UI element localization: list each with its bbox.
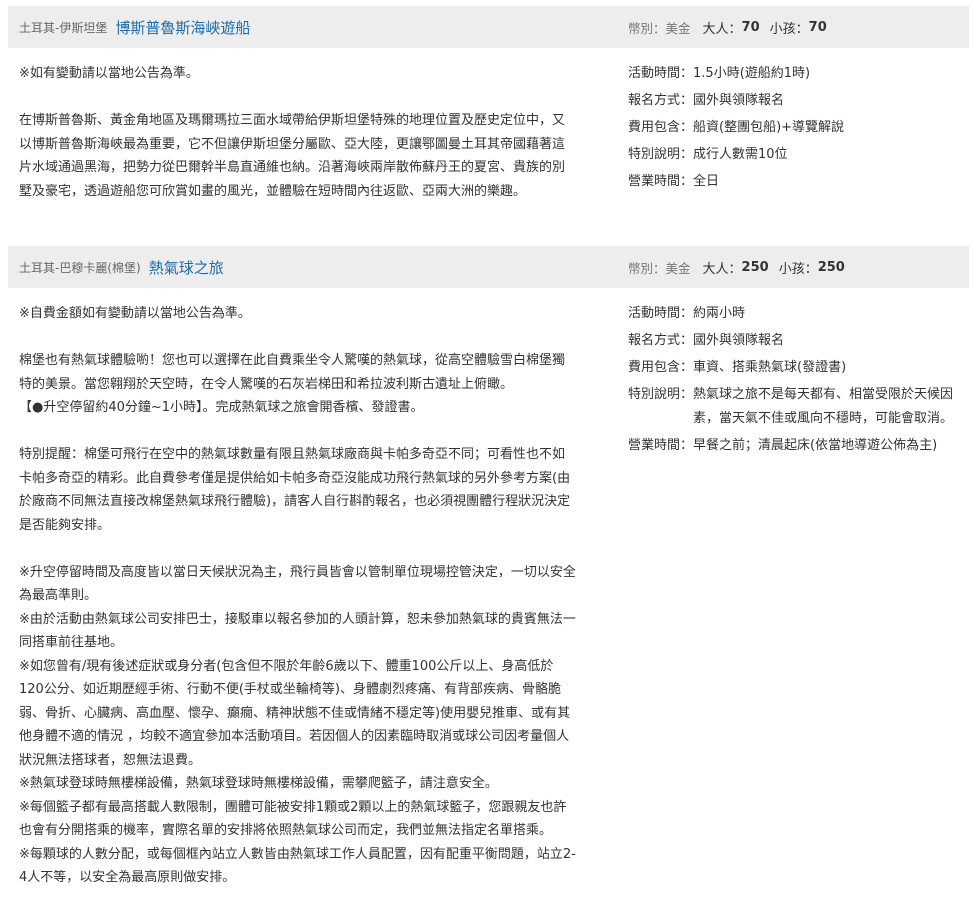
description-paragraph: ※由於活動由熱氣球公司安排巴士，接駁車以報名參加的人頭計算，恕未參加熱氣球的貴賓… [19, 611, 576, 651]
info-row-includes: 費用包含： 船資(整團包船)+導覽解說 [628, 116, 968, 140]
tour-name-link[interactable]: 博斯普魯斯海峽遊船 [115, 17, 250, 38]
description-paragraph: ※每個籃子都有最高搭載人數限制，團體可能被安排1顆或2顆以上的熱氣球籃子，您跟親… [19, 799, 567, 839]
info-value: 全日 [693, 174, 720, 189]
info-value: 早餐之前；清晨起床(依當地導遊公佈為主) [693, 437, 938, 453]
info-label: 費用包含： [628, 360, 694, 375]
description-paragraph: ※熱氣球登球時無樓梯設備，熱氣球登球時無樓梯設備，需攀爬籃子，請注意安全。 [19, 776, 498, 791]
description-paragraph: 【●升空停留約40分鐘~1小時】。完成熱氣球之旅會開香檳、發證書。 [19, 400, 424, 415]
currency-value: 美金 [665, 260, 691, 276]
info-label: 活動時間： [628, 66, 694, 81]
info-label: 報名方式： [628, 333, 694, 348]
info-label: 特別說明： [628, 147, 694, 162]
description-paragraph: ※如有變動請以當地公告為準。 [19, 66, 199, 81]
tour-title-group: 土耳其-巴穆卡麗(棉堡) 熱氣球之旅 [19, 246, 224, 288]
description-paragraph: 棉堡也有熱氣球體驗喲！您也可以選擇在此自費乘坐令人驚嘆的熱氣球，從高空體驗雪白棉… [19, 353, 566, 392]
tour-header: 土耳其-伊斯坦堡 博斯普魯斯海峽遊船 幣別： 美金 大人： 70 小孩： 70 [8, 6, 969, 48]
info-label: 營業時間： [628, 174, 694, 189]
tour-info-list: 活動時間： 約兩小時 報名方式： 國外與領隊報名 費用包含： 車資、搭乘熱氣球(… [628, 302, 968, 461]
currency-label: 幣別： [628, 260, 666, 276]
description-paragraph: ※自費金額如有變動請以當地公告為準。 [19, 306, 251, 321]
tour-info-list: 活動時間： 1.5小時(遊船約1時) 報名方式： 國外與領隊報名 費用包含： 船… [628, 62, 968, 197]
info-value: 國外與領隊報名 [693, 333, 785, 348]
info-value: 船資(整團包船)+導覽解說 [693, 120, 845, 135]
adult-price-label: 大人： [702, 21, 742, 37]
info-row-duration: 活動時間： 1.5小時(遊船約1時) [628, 62, 968, 86]
info-row-notes: 特別說明： 熱氣球之旅不是每天都有、相當受限於天候因素，當天氣不佳或風向不穩時，… [628, 383, 968, 430]
info-row-notes: 特別說明： 成行人數需10位 [628, 143, 968, 167]
tour-title-group: 土耳其-伊斯坦堡 博斯普魯斯海峽遊船 [19, 6, 250, 48]
tour-card-hot-air-balloon: 土耳其-巴穆卡麗(棉堡) 熱氣球之旅 幣別： 美金 大人： 250 小孩： 25… [8, 246, 969, 885]
info-row-hours: 營業時間： 早餐之前；清晨起床(依當地導遊公佈為主) [628, 434, 968, 458]
child-price-label: 小孩： [778, 261, 818, 277]
info-row-signup: 報名方式： 國外與領隊報名 [628, 329, 968, 353]
info-value: 1.5小時(遊船約1時) [693, 66, 811, 81]
description-paragraph: 在博斯普魯斯、黃金角地區及瑪爾瑪拉三面水域帶給伊斯坦堡特殊的地理位置及歷史定位中… [19, 113, 566, 199]
description-paragraph: ※每顆球的人數分配，或每個框內站立人數皆由熱氣球工作人員配置，因有配重平衡問題，… [19, 846, 576, 886]
tour-card-bosphorus-cruise: 土耳其-伊斯坦堡 博斯普魯斯海峽遊船 幣別： 美金 大人： 70 小孩： 70 … [8, 6, 969, 199]
info-row-includes: 費用包含： 車資、搭乘熱氣球(發證書) [628, 356, 968, 380]
info-label: 費用包含： [628, 120, 694, 135]
tour-name-link[interactable]: 熱氣球之旅 [149, 257, 224, 278]
info-label: 活動時間： [628, 306, 694, 321]
info-value: 車資、搭乘熱氣球(發證書) [693, 360, 847, 375]
tour-price-group: 幣別： 美金 大人： 250 小孩： 250 [628, 246, 845, 288]
tour-region: 土耳其-伊斯坦堡 [19, 20, 108, 35]
tour-description: ※自費金額如有變動請以當地公告為準。 棉堡也有熱氣球體驗喲！您也可以選擇在此自費… [19, 302, 577, 890]
info-value: 成行人數需10位 [693, 147, 788, 162]
info-row-signup: 報名方式： 國外與領隊報名 [628, 89, 968, 113]
currency-label: 幣別： [628, 20, 666, 36]
child-price: 250 [817, 259, 845, 275]
info-label: 特別說明： [628, 387, 694, 402]
adult-price: 250 [741, 259, 769, 275]
child-price: 70 [808, 19, 827, 35]
info-value: 熱氣球之旅不是每天都有、相當受限於天候因素，當天氣不佳或風向不穩時，可能會取消。 [693, 387, 954, 426]
adult-price: 70 [741, 19, 760, 35]
child-price-label: 小孩： [769, 21, 809, 37]
tour-price-group: 幣別： 美金 大人： 70 小孩： 70 [628, 6, 827, 48]
tour-region: 土耳其-巴穆卡麗(棉堡) [19, 260, 141, 275]
info-value: 國外與領隊報名 [693, 93, 785, 108]
tour-description: ※如有變動請以當地公告為準。 在博斯普魯斯、黃金角地區及瑪爾瑪拉三面水域帶給伊斯… [19, 62, 577, 203]
info-label: 報名方式： [628, 93, 694, 108]
currency-value: 美金 [665, 20, 691, 36]
info-label: 營業時間： [628, 437, 694, 453]
info-row-duration: 活動時間： 約兩小時 [628, 302, 968, 326]
tour-header: 土耳其-巴穆卡麗(棉堡) 熱氣球之旅 幣別： 美金 大人： 250 小孩： 25… [8, 246, 969, 288]
description-paragraph: ※升空停留時間及高度皆以當日天候狀況為主，飛行員皆會以管制單位現場控管決定，一切… [19, 564, 576, 604]
adult-price-label: 大人： [702, 261, 742, 277]
info-row-hours: 營業時間： 全日 [628, 170, 968, 194]
info-value: 約兩小時 [693, 306, 746, 321]
description-paragraph: ※如您曾有/現有後述症狀或身分者(包含但不限於年齡6歲以下、體重100公斤以上、… [19, 658, 571, 768]
description-paragraph: 特別提醒：棉堡可飛行在空中的熱氣球數量有限且熱氣球廠商與卡帕多奇亞不同；可看性也… [19, 447, 571, 533]
